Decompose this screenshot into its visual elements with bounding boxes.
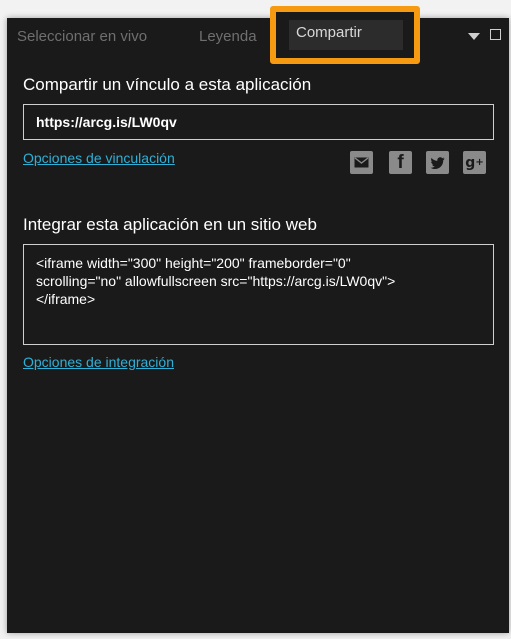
tab-legend[interactable]: Leyenda [199,28,257,45]
share-panel: Seleccionar en vivo Leyenda Compartir Co… [7,6,509,633]
collapse-caret-icon[interactable] [468,33,480,40]
share-url-field[interactable]: https://arcg.is/LW0qv [23,104,494,140]
embed-title: Integrar esta aplicación en un sitio web [23,215,317,234]
twitter-icon[interactable] [426,151,449,174]
embed-options-link[interactable]: Opciones de integración [23,354,174,370]
email-icon[interactable] [350,151,373,174]
tab-live-select[interactable]: Seleccionar en vivo [17,28,147,45]
google-plus-icon[interactable]: g + [463,151,486,174]
link-options-link[interactable]: Opciones de vinculación [23,150,175,166]
share-link-title: Compartir un vínculo a esta aplicación [23,75,312,94]
facebook-icon[interactable]: f [389,151,412,174]
embed-code-textarea[interactable]: <iframe width="300" height="200" framebo… [23,244,494,345]
tab-share[interactable]: Compartir [296,24,362,41]
screenshot-frame: Seleccionar en vivo Leyenda Compartir Co… [0,0,511,639]
tab-bar: Seleccionar en vivo Leyenda Compartir [7,6,509,64]
maximize-icon[interactable] [490,29,501,40]
tab-share-highlight: Compartir [270,6,420,64]
